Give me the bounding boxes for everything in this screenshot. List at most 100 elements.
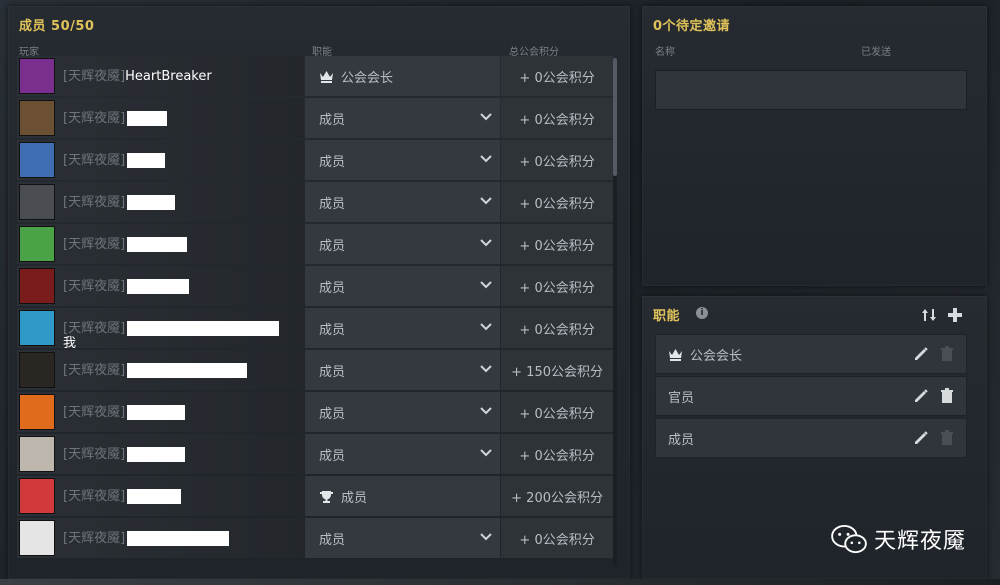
delete-icon[interactable] — [939, 388, 955, 404]
role-select[interactable]: 成员 — [305, 350, 501, 390]
col-header-sent: 已发送 — [861, 47, 891, 58]
member-row[interactable]: [天辉夜魇] 成员 + 0公会积分 — [17, 518, 613, 558]
points-value: + 0公会积分 — [501, 56, 613, 96]
points-value: + 0公会积分 — [501, 140, 613, 180]
edit-icon[interactable] — [913, 430, 929, 446]
member-row[interactable]: [天辉夜魇] 成员 + 0公会积分 — [17, 224, 613, 264]
member-info[interactable]: [天辉夜魇] — [17, 266, 305, 306]
edit-icon[interactable] — [913, 388, 929, 404]
avatar[interactable] — [19, 58, 55, 94]
role-select[interactable]: 成员 — [305, 392, 501, 432]
redacted-name — [127, 278, 190, 294]
sort-icon[interactable] — [921, 307, 937, 323]
redacted-name — [127, 152, 166, 168]
role-item[interactable]: 官员 — [655, 376, 967, 416]
chevron-down-icon — [480, 365, 492, 373]
role-select[interactable]: 成员 — [305, 140, 501, 180]
invites-title: 0个待定邀请 — [653, 19, 731, 34]
member-row[interactable]: [天辉夜魇] 成员 + 0公会积分 — [17, 182, 613, 222]
edit-icon[interactable] — [913, 346, 929, 362]
role-item-label: 公会会长 — [690, 348, 743, 364]
role-list: 公会会长官员成员 — [655, 334, 967, 460]
member-row[interactable]: [天辉夜魇]HeartBreaker 公会会长 + 0公会积分 — [17, 56, 613, 96]
member-info[interactable]: [天辉夜魇] 我 — [17, 308, 305, 351]
role-label: 成员 — [319, 406, 346, 422]
chevron-down-icon — [480, 197, 492, 205]
avatar[interactable] — [19, 520, 55, 556]
member-row[interactable]: [天辉夜魇] 成员 + 0公会积分 — [17, 434, 613, 474]
member-info[interactable]: [天辉夜魇] — [17, 98, 305, 138]
invites-panel: 0个待定邀请 名称 已发送 — [642, 6, 987, 286]
points-value: + 150公会积分 — [501, 350, 613, 390]
player-name: HeartBreaker — [125, 68, 212, 84]
avatar[interactable] — [19, 142, 55, 178]
role-item-label: 官员 — [668, 390, 695, 406]
members-title: 成员 50/50 — [19, 19, 95, 34]
member-info[interactable]: [天辉夜魇] — [17, 224, 305, 264]
role-select[interactable]: 成员 — [305, 476, 501, 516]
chevron-down-icon — [480, 281, 492, 289]
member-name-block: [天辉夜魇] 我 — [63, 320, 304, 351]
guild-tag: [天辉夜魇] — [63, 362, 126, 378]
info-icon[interactable]: i — [696, 307, 708, 319]
role-select[interactable]: 成员 — [305, 182, 501, 222]
member-info[interactable]: [天辉夜魇] — [17, 392, 305, 432]
member-info[interactable]: [天辉夜魇] — [17, 434, 305, 474]
avatar[interactable] — [19, 100, 55, 136]
guild-tag: [天辉夜魇] — [63, 488, 126, 504]
role-label: 公会会长 — [341, 70, 394, 86]
self-marker: 我 — [63, 335, 77, 351]
redacted-name — [127, 530, 230, 546]
avatar[interactable] — [19, 184, 55, 220]
member-row[interactable]: [天辉夜魇] 我成员 + 0公会积分 — [17, 308, 613, 351]
avatar[interactable] — [19, 352, 55, 388]
member-info[interactable]: [天辉夜魇] — [17, 476, 305, 516]
points-value: + 0公会积分 — [501, 224, 613, 264]
role-select[interactable]: 公会会长 — [305, 56, 501, 96]
member-info[interactable]: [天辉夜魇] — [17, 350, 305, 390]
points-value: + 0公会积分 — [501, 434, 613, 474]
members-list: [天辉夜魇]HeartBreaker 公会会长 + 0公会积分 [天辉夜魇] 成员 + 0… — [17, 56, 613, 560]
member-row[interactable]: [天辉夜魇] 成员 + 0公会积分 — [17, 392, 613, 432]
role-select[interactable]: 成员 — [305, 224, 501, 264]
scrollbar-thumb[interactable] — [613, 58, 617, 176]
delete-icon[interactable] — [939, 430, 955, 446]
role-item[interactable]: 成员 — [655, 418, 967, 458]
member-row[interactable]: [天辉夜魇] 成员 + 0公会积分 — [17, 140, 613, 180]
role-select[interactable]: 成员 — [305, 434, 501, 474]
role-select[interactable]: 成员 — [305, 266, 501, 306]
member-row[interactable]: [天辉夜魇] 成员 + 0公会积分 — [17, 98, 613, 138]
member-info[interactable]: [天辉夜魇] — [17, 518, 305, 558]
member-row[interactable]: [天辉夜魇] 成员 + 0公会积分 — [17, 266, 613, 306]
role-label: 成员 — [319, 112, 346, 128]
member-row[interactable]: [天辉夜魇] 成员 + 150公会积分 — [17, 350, 613, 390]
role-label: 成员 — [319, 280, 346, 296]
chevron-down-icon — [480, 533, 492, 541]
role-item[interactable]: 公会会长 — [655, 334, 967, 374]
guild-tag: [天辉夜魇] — [63, 152, 126, 168]
role-select[interactable]: 成员 — [305, 98, 501, 138]
delete-icon[interactable] — [939, 346, 955, 362]
redacted-name — [127, 320, 280, 336]
member-name-block: [天辉夜魇] — [63, 152, 304, 168]
member-info[interactable]: [天辉夜魇] — [17, 140, 305, 180]
avatar[interactable] — [19, 394, 55, 430]
avatar[interactable] — [19, 436, 55, 472]
guild-tag: [天辉夜魇] — [63, 404, 126, 420]
avatar[interactable] — [19, 226, 55, 262]
member-name-block: [天辉夜魇] — [63, 488, 304, 504]
members-panel: 成员 50/50 玩家 职能 总公会积分 [天辉夜魇]HeartBreaker 公… — [8, 6, 630, 579]
role-item-label: 成员 — [668, 432, 695, 448]
roles-title: 职能 — [653, 309, 681, 324]
avatar[interactable] — [19, 478, 55, 514]
add-role-icon[interactable] — [947, 307, 963, 323]
role-select[interactable]: 成员 — [305, 518, 501, 558]
avatar[interactable] — [19, 310, 55, 346]
member-info[interactable]: [天辉夜魇] — [17, 182, 305, 222]
member-info[interactable]: [天辉夜魇]HeartBreaker — [17, 56, 305, 96]
member-name-block: [天辉夜魇] — [63, 110, 304, 126]
points-value: + 0公会积分 — [501, 392, 613, 432]
avatar[interactable] — [19, 268, 55, 304]
role-select[interactable]: 成员 — [305, 308, 501, 348]
member-row[interactable]: [天辉夜魇] 成员 + 200公会积分 — [17, 476, 613, 516]
